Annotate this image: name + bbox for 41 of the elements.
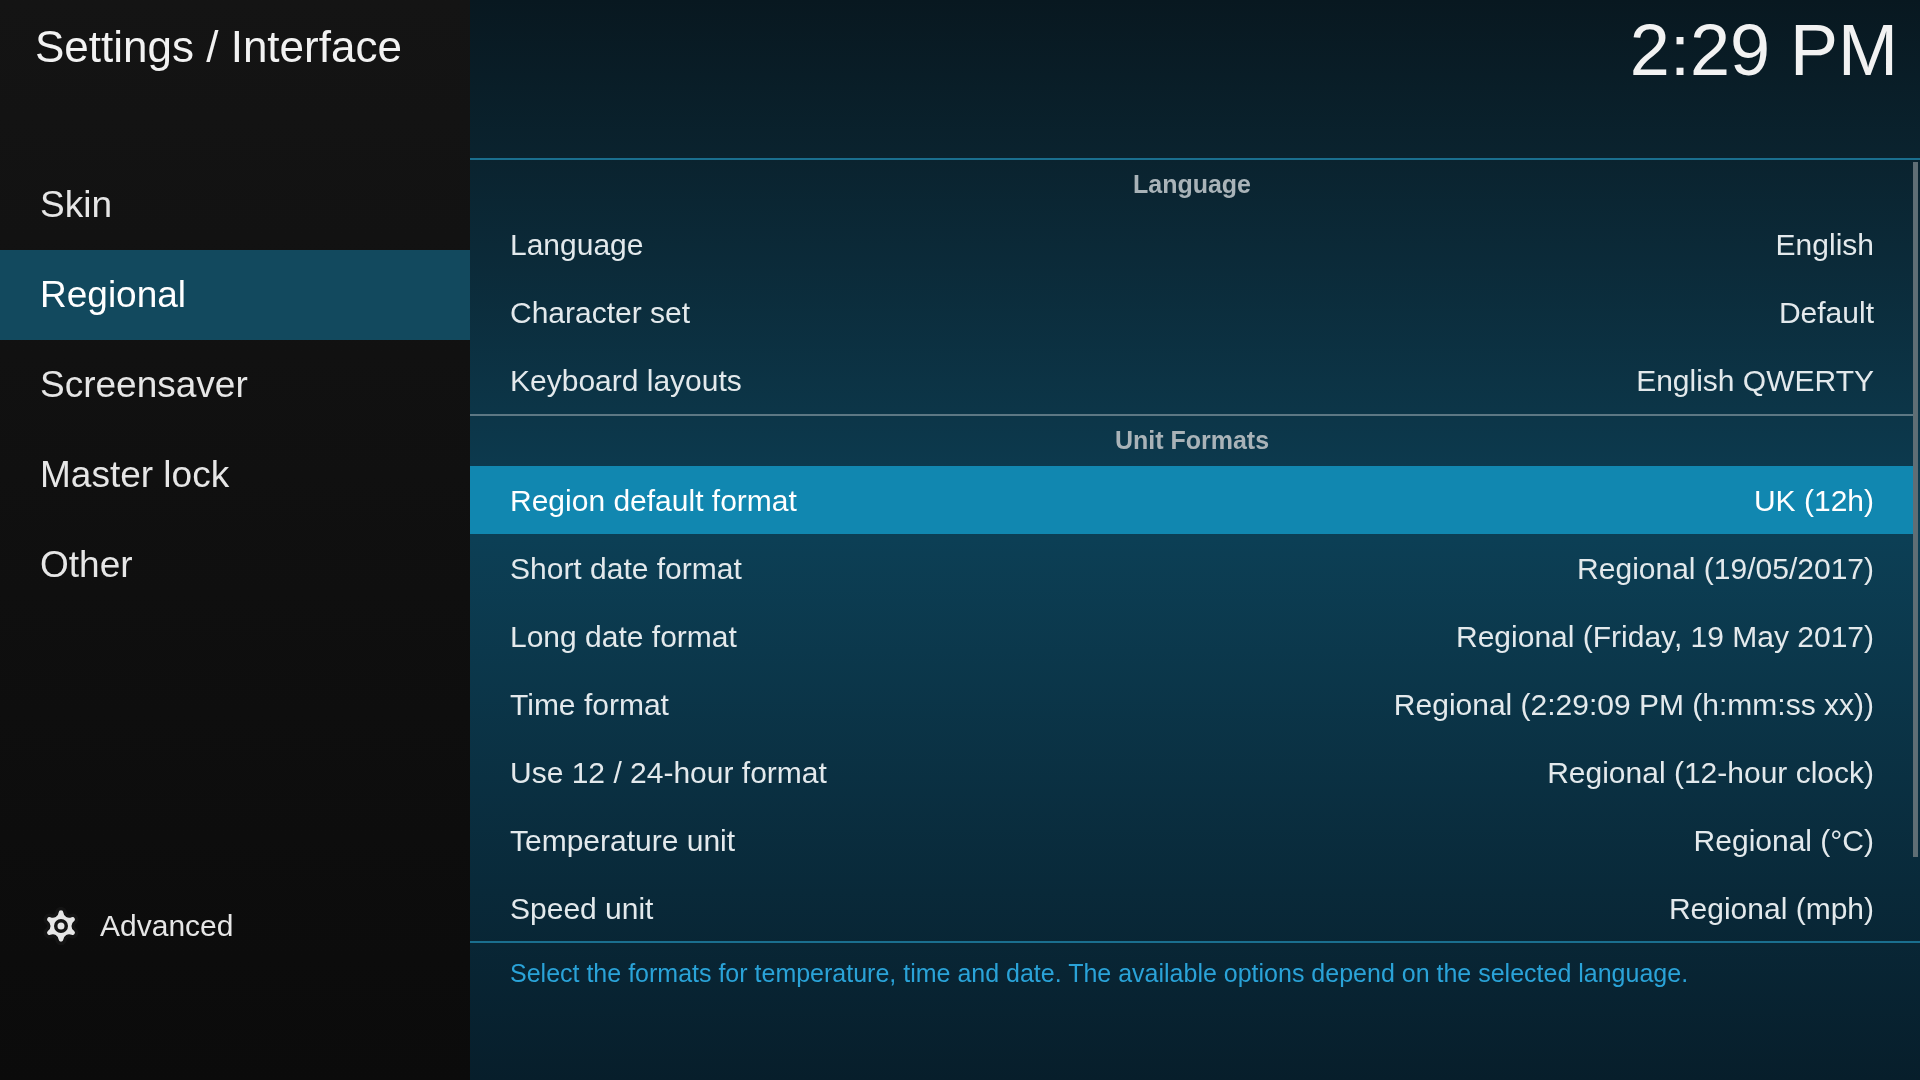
setting-label: Time format — [510, 686, 669, 723]
setting-row[interactable]: Speed unit Regional (mph) — [470, 874, 1914, 942]
description: Select the formats for temperature, time and date. The available options depend on the selected language. — [510, 958, 1690, 989]
section-header: Language — [1131, 169, 1253, 201]
setting-row[interactable]: Time format Regional (2:29:09 PM (h:mm:ss xx)) — [470, 670, 1914, 738]
setting-label: Character set — [510, 294, 691, 331]
setting-label: Use 12 / 24-hour format — [510, 754, 827, 791]
advanced-button[interactable]: Advanced — [0, 903, 470, 948]
page-title: Settings / Interface — [34, 21, 403, 73]
setting-label: Speed unit — [510, 890, 654, 927]
setting-label: Temperature unit — [510, 822, 736, 859]
setting-value: Regional (12-hour clock) — [1547, 754, 1874, 791]
setting-value: English — [1775, 226, 1874, 263]
setting-row[interactable]: Use 12 / 24-hour format Regional (12-hour clock) — [470, 738, 1914, 806]
setting-value: Default — [1778, 294, 1874, 331]
clock: 2:29 PM — [1629, 9, 1898, 86]
sidebar-item[interactable]: Master lock — [0, 430, 470, 520]
setting-label: Language — [510, 226, 644, 263]
section-header: Unit Formats — [1113, 425, 1271, 457]
setting-value: Regional (mph) — [1668, 890, 1874, 927]
setting-value: Regional (Friday, 19 May 2017) — [1456, 618, 1874, 655]
setting-label: Long date format — [510, 618, 737, 655]
sidebar-item[interactable]: Screensaver — [0, 340, 470, 430]
setting-row[interactable]: Long date format Regional (Friday, 19 May 2017) — [470, 602, 1914, 670]
sidebar-item[interactable]: Regional — [0, 250, 470, 340]
sidebar-item[interactable]: Other — [0, 520, 470, 610]
setting-value: Regional (19/05/2017) — [1577, 550, 1874, 587]
setting-value: UK (12h) — [1753, 482, 1874, 519]
setting-row[interactable]: Language English — [470, 210, 1914, 278]
setting-label: Short date format — [510, 550, 742, 587]
setting-row[interactable]: Character set Default — [470, 278, 1914, 346]
setting-value: English QWERTY — [1636, 362, 1874, 399]
setting-row[interactable]: Temperature unit Regional (°C) — [470, 806, 1914, 874]
sidebar-item[interactable]: Skin — [0, 160, 470, 250]
setting-row[interactable]: Region default format UK (12h) — [470, 466, 1914, 534]
setting-row[interactable]: Short date format Regional (19/05/2017) — [470, 534, 1914, 602]
setting-label: Keyboard layouts — [510, 362, 742, 399]
setting-label: Region default format — [510, 482, 797, 519]
setting-row[interactable]: Keyboard layouts English QWERTY — [470, 346, 1914, 414]
setting-value: Regional (°C) — [1693, 822, 1874, 859]
setting-value: Regional (2:29:09 PM (h:mm:ss xx)) — [1393, 686, 1874, 723]
